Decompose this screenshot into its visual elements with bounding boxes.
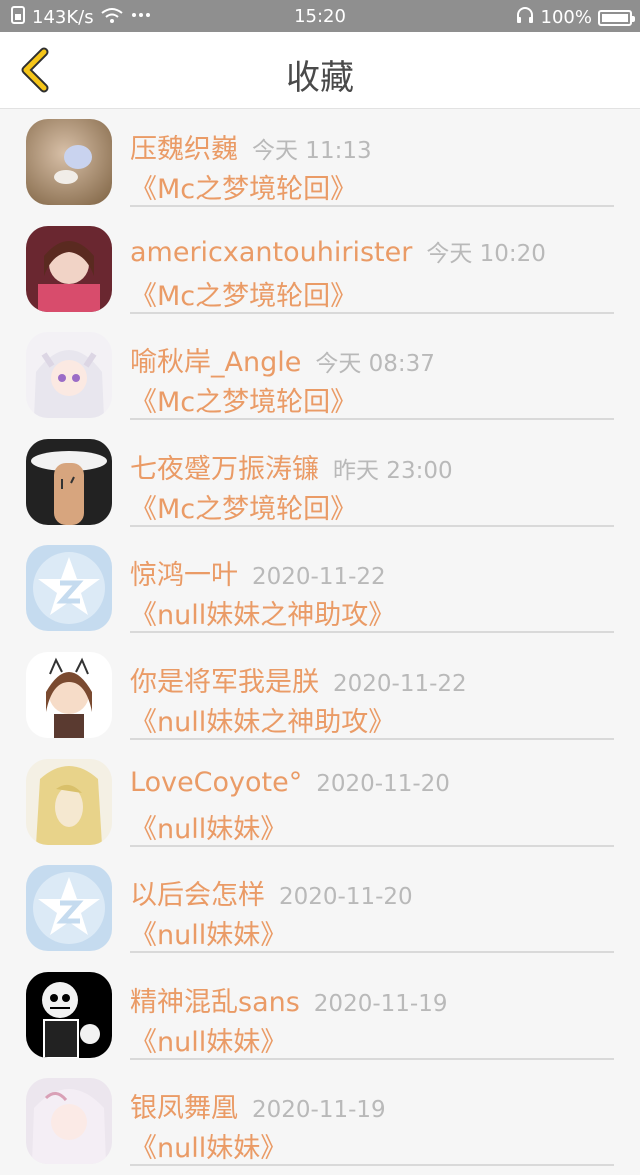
timestamp: 2020-11-20 [316,770,450,797]
work-title[interactable]: 《null妹妹之神助攻》 [130,700,395,739]
favorite-item[interactable]: 以后会怎样 2020-11-20 《null妹妹》 [0,855,640,962]
divider [130,1164,614,1167]
photo-avatar-1 [26,119,112,205]
divider [130,418,614,421]
user-name[interactable]: 压魏织巍 [130,134,238,165]
timestamp: 2020-11-20 [279,884,413,911]
timestamp: 2020-11-22 [252,564,386,591]
name-line: 你是将军我是朕 2020-11-22 [130,660,467,699]
divider [130,524,614,527]
avatar[interactable] [26,971,112,1058]
divider [130,844,614,847]
favorite-item[interactable]: 七夜蹙万振涛镰 昨天 23:00 《Mc之梦境轮回》 [0,429,640,536]
work-title[interactable]: 《null妹妹》 [130,913,287,952]
favorites-list: 压魏织巍 今天 11:13 《Mc之梦境轮回》 americxantouhiriste… [0,109,640,1175]
status-bar: 143K/s 15:20 100% [0,0,640,32]
headset-icon [515,6,535,29]
favorite-item[interactable]: 惊鸿一叶 2020-11-22 《null妹妹之神助攻》 [0,535,640,642]
user-name[interactable]: 精神混乱sans [130,987,300,1018]
name-line: 以后会怎样 2020-11-20 [130,873,413,912]
work-title[interactable]: 《Mc之梦境轮回》 [130,487,357,526]
user-name[interactable]: 惊鸿一叶 [130,560,238,591]
name-line: 压魏织巍 今天 11:13 [130,127,372,166]
work-title[interactable]: 《Mc之梦境轮回》 [130,167,357,206]
battery-percent: 100% [540,7,592,28]
name-line: americxantouhirister 今天 10:20 [130,234,546,268]
divider [130,311,614,314]
name-line: 银凤舞凰 2020-11-19 [130,1086,386,1125]
avatar[interactable] [26,545,112,632]
avatar[interactable] [26,758,112,845]
divider [130,951,614,954]
timestamp: 2020-11-19 [313,990,448,1017]
avatar[interactable] [26,1078,112,1165]
timestamp: 今天 10:20 [426,240,546,267]
avatar[interactable] [26,225,112,312]
favorite-item[interactable]: LoveCoyote° 2020-11-20 《null妹妹》 [0,749,640,856]
work-title[interactable]: 《null妹妹》 [130,1126,287,1165]
timestamp: 今天 08:37 [315,351,435,378]
timestamp: 2020-11-22 [333,670,467,697]
divider [130,737,614,740]
avatar[interactable] [26,438,112,525]
favorite-item[interactable]: 你是将军我是朕 2020-11-22 《null妹妹之神助攻》 [0,642,640,749]
user-name[interactable]: 七夜蹙万振涛镰 [130,454,319,485]
favorite-item[interactable]: 精神混乱sans 2020-11-19 《null妹妹》 [0,962,640,1069]
divider [130,205,614,207]
favorite-item[interactable]: 压魏织巍 今天 11:13 《Mc之梦境轮回》 [0,109,640,216]
page-title: 收藏 [286,58,354,98]
user-name[interactable]: LoveCoyote° [130,767,302,798]
work-title[interactable]: 《Mc之梦境轮回》 [130,274,357,313]
work-title[interactable]: 《null妹妹之神助攻》 [130,593,395,632]
favorite-item[interactable]: americxantouhirister 今天 10:20 《Mc之梦境轮回》 [0,216,640,323]
name-line: 惊鸿一叶 2020-11-22 [130,553,386,592]
user-name[interactable]: 喻秋岸_Angle [130,347,301,378]
user-name[interactable]: 银凤舞凰 [130,1093,238,1124]
battery-level [602,13,628,22]
photo-avatar-4 [26,438,112,525]
user-name[interactable]: 你是将军我是朕 [130,667,319,698]
battery-icon [598,9,635,26]
name-line: 喻秋岸_Angle 今天 08:37 [130,340,435,379]
photo-avatar-7 [26,758,112,845]
avatar[interactable] [26,865,112,952]
timestamp: 今天 11:13 [252,138,372,164]
work-title[interactable]: 《null妹妹》 [130,1020,287,1059]
avatar[interactable] [26,332,112,419]
divider [130,631,614,634]
avatar[interactable] [26,651,112,738]
photo-avatar-3 [26,332,112,419]
work-title[interactable]: 《Mc之梦境轮回》 [130,380,357,419]
user-name[interactable]: 以后会怎样 [130,880,265,911]
default-star-avatar [26,545,112,632]
name-line: 精神混乱sans 2020-11-19 [130,980,447,1019]
timestamp: 2020-11-19 [252,1097,386,1124]
photo-avatar-9 [26,971,112,1058]
default-star-avatar [26,865,112,952]
timestamp: 昨天 23:00 [333,457,453,484]
work-title[interactable]: 《null妹妹》 [130,807,287,846]
name-line: LoveCoyote° 2020-11-20 [130,767,450,798]
photo-avatar-6 [26,651,112,738]
header: 收藏 [0,32,640,109]
name-line: 七夜蹙万振涛镰 昨天 23:00 [130,447,453,486]
status-right: 100% [515,6,635,29]
favorite-item[interactable]: 喻秋岸_Angle 今天 08:37 《Mc之梦境轮回》 [0,322,640,429]
divider [130,1057,614,1060]
favorite-item[interactable]: 银凤舞凰 2020-11-19 《null妹妹》 [0,1068,640,1175]
avatar[interactable] [26,119,112,205]
photo-avatar-10 [26,1078,112,1165]
photo-avatar-2 [26,225,112,312]
user-name[interactable]: americxantouhirister [130,237,412,268]
